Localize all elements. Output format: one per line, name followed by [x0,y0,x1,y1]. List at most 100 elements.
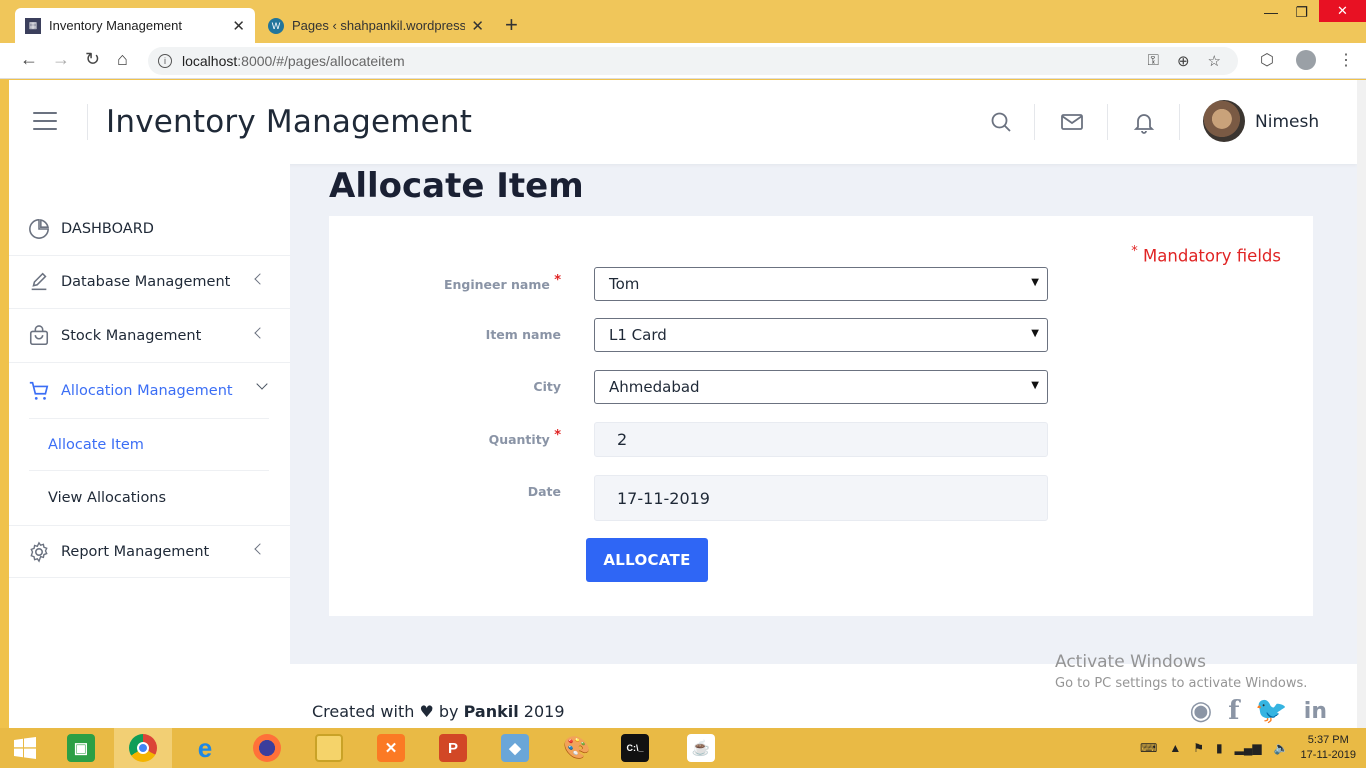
city-select[interactable]: Ahmedabad ▼ [594,370,1048,404]
quantity-input[interactable]: 2 [594,422,1048,457]
sidebar-subitem-allocate-item[interactable]: Allocate Item [29,418,269,471]
clock-date: 17-11-2019 [1300,749,1356,761]
twitter-icon[interactable]: 🐦 [1255,696,1287,726]
sidebar-subitem-label: View Allocations [48,489,167,506]
key-icon[interactable]: ⚿ [1148,52,1159,70]
volume-icon[interactable]: 🔈 [1274,741,1289,755]
tray-up-arrow-icon[interactable]: ▲ [1169,741,1181,755]
item-select-value: L1 Card [609,326,667,344]
home-icon[interactable]: ⌂ [117,49,128,70]
info-icon[interactable]: i [158,54,172,68]
linkedin-icon[interactable]: in [1304,699,1327,724]
star-icon[interactable]: ☆ [1208,52,1221,70]
tab-title: Pages ‹ shahpankil.wordpress.co [292,18,466,33]
sidebar-item-label: Stock Management [61,328,202,344]
chevron-left-icon [254,273,266,285]
back-icon[interactable]: ← [20,49,38,70]
date-input[interactable]: 17-11-2019 [594,475,1048,521]
chrome-icon [129,734,157,762]
signal-icon[interactable]: ▂▄▆ [1235,741,1262,755]
allocate-form-card: * Mandatory fields Engineer name * Tom ▼… [329,216,1313,616]
sidebar-item-stock[interactable]: Stock Management [9,310,290,363]
item-label: Item name [485,327,561,342]
zoom-icon[interactable]: ⊕ [1177,52,1190,70]
forward-icon[interactable]: → [52,49,70,70]
battery-icon[interactable]: ▮ [1216,741,1223,755]
hamburger-menu-icon[interactable] [33,112,57,130]
close-tab-icon[interactable]: ✕ [232,17,245,35]
facebook-icon[interactable]: f [1228,696,1239,726]
bell-icon[interactable] [1132,110,1156,134]
sidebar-item-database[interactable]: Database Management [9,256,290,309]
mandatory-note: * Mandatory fields [1131,244,1281,266]
engineer-select[interactable]: Tom ▼ [594,267,1048,301]
java-icon: ☕ [687,734,715,762]
city-select-value: Ahmedabad [609,378,700,396]
mail-icon[interactable] [1060,110,1084,134]
browser-toolbar: ← → ↻ ⌂ i localhost:8000/#/pages/allocat… [0,43,1366,79]
taskbar-firefox[interactable] [238,728,296,768]
watermark-line2: Go to PC settings to activate Windows. [1055,676,1308,691]
xampp-icon: ✕ [377,734,405,762]
sidebar-item-report[interactable]: Report Management [9,525,290,578]
engineer-select-value: Tom [609,275,640,293]
search-icon[interactable] [989,110,1013,134]
sidebar-item-label: DASHBOARD [61,221,154,237]
heart-icon: ♥ [419,702,434,721]
palette-icon: 🎨 [563,735,591,760]
date-value: 17-11-2019 [617,488,710,508]
quantity-value: 2 [617,430,628,449]
sidebar-item-label: Allocation Management [61,382,233,399]
footer-author: Pankil [463,702,519,721]
sidebar-subitem-label: Allocate Item [48,436,144,453]
quantity-label: Quantity * [488,428,561,448]
avatar[interactable] [1203,100,1245,142]
item-select[interactable]: L1 Card ▼ [594,318,1048,352]
taskbar-ie[interactable]: e [176,728,234,768]
clock-time: 5:37 PM [1307,734,1349,746]
system-tray: ⌨ ▲ ⚑ ▮ ▂▄▆ 🔈 5:37 PM 17-11-2019 [1140,728,1356,768]
close-tab-icon[interactable]: ✕ [471,17,484,35]
taskbar-chrome[interactable] [114,728,172,768]
taskbar-xampp[interactable]: ✕ [362,728,420,768]
footer-year: 2019 [523,702,565,721]
sidebar-item-dashboard[interactable]: DASHBOARD [9,203,290,256]
allocate-button[interactable]: ALLOCATE [586,538,708,582]
new-tab-button[interactable]: + [505,12,518,38]
user-name[interactable]: Nimesh [1255,112,1319,132]
wordpress-icon: W [268,17,284,34]
taskbar-store[interactable]: ▣ [52,728,110,768]
sidebar-subitem-view-allocations[interactable]: View Allocations [29,471,269,524]
keyboard-icon[interactable]: ⌨ [1140,741,1157,755]
sidebar-item-allocation[interactable]: Allocation Management [9,364,290,417]
github-icon[interactable]: ◉ [1190,696,1213,726]
close-window-button[interactable]: ✕ [1319,0,1366,22]
maximize-icon[interactable]: ❐ [1295,4,1308,21]
powerpoint-icon: P [439,734,467,762]
scrollbar[interactable] [1357,80,1366,728]
taskbar-java[interactable]: ☕ [672,728,730,768]
activate-windows-watermark: Activate Windows Go to PC settings to ac… [1055,652,1307,691]
extension-icon[interactable]: ⬡ [1260,50,1274,70]
taskbar-virtualbox[interactable]: ◆ [486,728,544,768]
action-center-icon[interactable]: ⚑ [1193,741,1204,755]
app-header: Inventory Management Nimesh [9,80,1357,164]
tab-inventory[interactable]: ▦ Inventory Management ✕ [15,8,255,43]
tab-wordpress[interactable]: W Pages ‹ shahpankil.wordpress.co ✕ [258,8,494,43]
menu-dots-icon[interactable]: ⋮ [1338,50,1354,70]
reload-icon[interactable]: ↻ [85,49,100,70]
watermark-line1: Activate Windows [1055,652,1206,672]
taskbar-paint[interactable]: 🎨 [548,728,606,768]
edit-icon [28,271,50,293]
taskbar-cmd[interactable]: C:\_ [606,728,664,768]
clock[interactable]: 5:37 PM 17-11-2019 [1301,733,1356,763]
minimize-icon[interactable]: — [1264,4,1278,20]
tab-title: Inventory Management [49,18,182,33]
engineer-label-text: Engineer name [443,277,550,293]
address-bar[interactable]: i localhost:8000/#/pages/allocateitem [148,47,1238,75]
caret-down-icon: ▼ [1031,328,1039,339]
start-button[interactable] [0,728,50,768]
profile-icon[interactable] [1296,50,1316,70]
taskbar-powerpoint[interactable]: P [424,728,482,768]
taskbar-explorer[interactable] [300,728,358,768]
